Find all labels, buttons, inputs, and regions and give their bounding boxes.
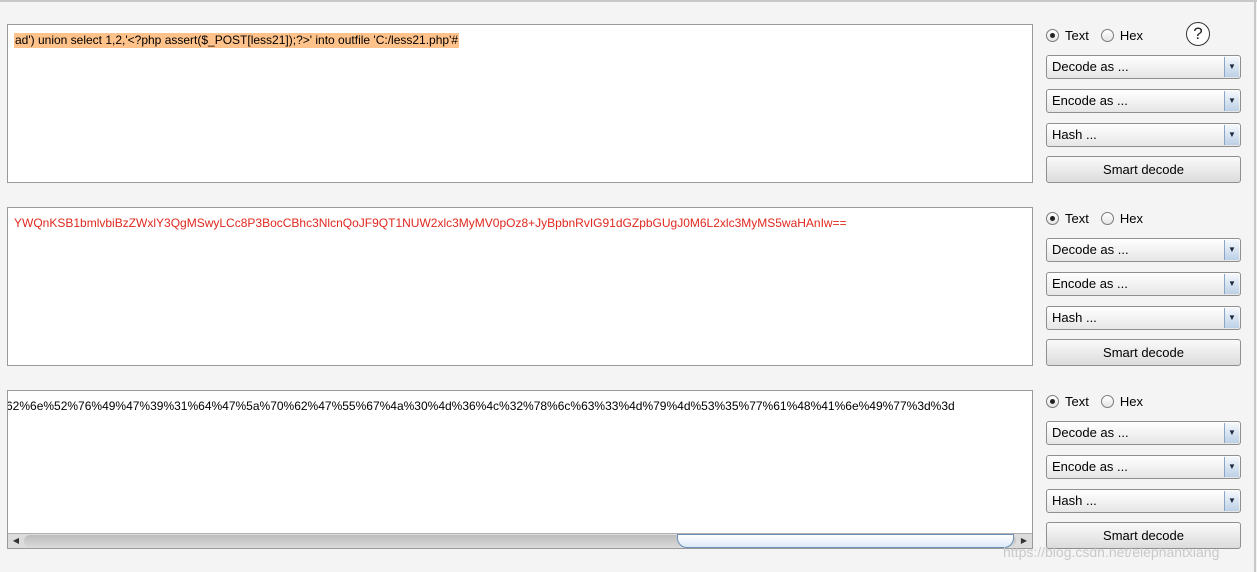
chevron-down-icon: ▼: [1224, 423, 1239, 443]
chevron-down-icon: ▼: [1224, 491, 1239, 511]
chevron-down-icon: ▼: [1224, 125, 1239, 145]
smart-decode-button-2[interactable]: Smart decode: [1046, 339, 1241, 366]
chevron-down-icon: ▼: [1224, 240, 1239, 260]
window-top-border: [0, 0, 1257, 2]
encode-as-label-3: Encode as ...: [1052, 459, 1128, 474]
decode-as-label-2: Decode as ...: [1052, 242, 1129, 257]
decoder-input-panel-2[interactable]: YWQnKSB1bmlvbiBzZWxlY3QgMSwyLCc8P3BocCBh…: [7, 207, 1033, 366]
hex-radio-label-3: Hex: [1119, 393, 1143, 409]
text-radio-2[interactable]: [1046, 211, 1059, 225]
encode-as-select-2[interactable]: Encode as ... ▼: [1046, 272, 1241, 296]
hex-radio-3[interactable]: [1100, 394, 1114, 408]
text-radio-label-1: Text: [1065, 27, 1089, 43]
encode-as-select-1[interactable]: Encode as ... ▼: [1046, 89, 1241, 113]
format-radio-group-1: Text Hex: [1046, 26, 1155, 44]
hash-label-3: Hash ...: [1052, 493, 1097, 508]
chevron-down-icon: ▼: [1224, 274, 1239, 294]
hash-label-1: Hash ...: [1052, 127, 1097, 142]
help-icon[interactable]: ?: [1186, 22, 1210, 46]
smart-decode-button-1[interactable]: Smart decode: [1046, 156, 1241, 183]
watermark-text: https://blog.csdn.net/elephantxiang: [1003, 544, 1220, 560]
chevron-down-icon: ▼: [1224, 91, 1239, 111]
chevron-down-icon: ▼: [1224, 457, 1239, 477]
hash-select-3[interactable]: Hash ... ▼: [1046, 489, 1241, 513]
encode-as-label-2: Encode as ...: [1052, 276, 1128, 291]
hex-radio-2[interactable]: [1100, 211, 1114, 225]
chevron-down-icon: ▼: [1224, 308, 1239, 328]
decode-as-select-3[interactable]: Decode as ... ▼: [1046, 421, 1241, 445]
scroll-left-arrow-icon[interactable]: ◀: [9, 535, 23, 547]
hash-label-2: Hash ...: [1052, 310, 1097, 325]
decode-as-select-2[interactable]: Decode as ... ▼: [1046, 238, 1241, 262]
panel-3-text[interactable]: 62%6e%52%76%49%47%39%31%64%47%5a%70%62%4…: [8, 399, 955, 414]
hash-select-2[interactable]: Hash ... ▼: [1046, 306, 1241, 330]
decode-as-label-1: Decode as ...: [1052, 59, 1129, 74]
encode-as-label-1: Encode as ...: [1052, 93, 1128, 108]
panel-2-text[interactable]: YWQnKSB1bmlvbiBzZWxlY3QgMSwyLCc8P3BocCBh…: [14, 216, 847, 231]
scrollbar-thumb[interactable]: [677, 534, 1014, 548]
format-radio-group-2: Text Hex: [1046, 209, 1155, 227]
decoder-input-panel-1[interactable]: ad') union select 1,2,'<?php assert($_PO…: [7, 24, 1033, 183]
panel-1-text[interactable]: ad') union select 1,2,'<?php assert($_PO…: [14, 33, 460, 48]
text-radio-label-2: Text: [1065, 210, 1089, 226]
text-radio-1[interactable]: [1046, 28, 1059, 42]
window-right-border: [1254, 0, 1256, 572]
hex-radio-label-2: Hex: [1119, 210, 1143, 226]
decode-as-select-1[interactable]: Decode as ... ▼: [1046, 55, 1241, 79]
decode-as-label-3: Decode as ...: [1052, 425, 1129, 440]
text-radio-label-3: Text: [1065, 393, 1089, 409]
text-radio-3[interactable]: [1046, 394, 1059, 408]
format-radio-group-3: Text Hex: [1046, 392, 1155, 410]
encode-as-select-3[interactable]: Encode as ... ▼: [1046, 455, 1241, 479]
decoder-input-panel-3[interactable]: 62%6e%52%76%49%47%39%31%64%47%5a%70%62%4…: [7, 390, 1033, 549]
hash-select-1[interactable]: Hash ... ▼: [1046, 123, 1241, 147]
horizontal-scrollbar[interactable]: ◀ ▶: [8, 533, 1032, 548]
hex-radio-label-1: Hex: [1119, 27, 1143, 43]
hex-radio-1[interactable]: [1100, 28, 1114, 42]
chevron-down-icon: ▼: [1224, 57, 1239, 77]
